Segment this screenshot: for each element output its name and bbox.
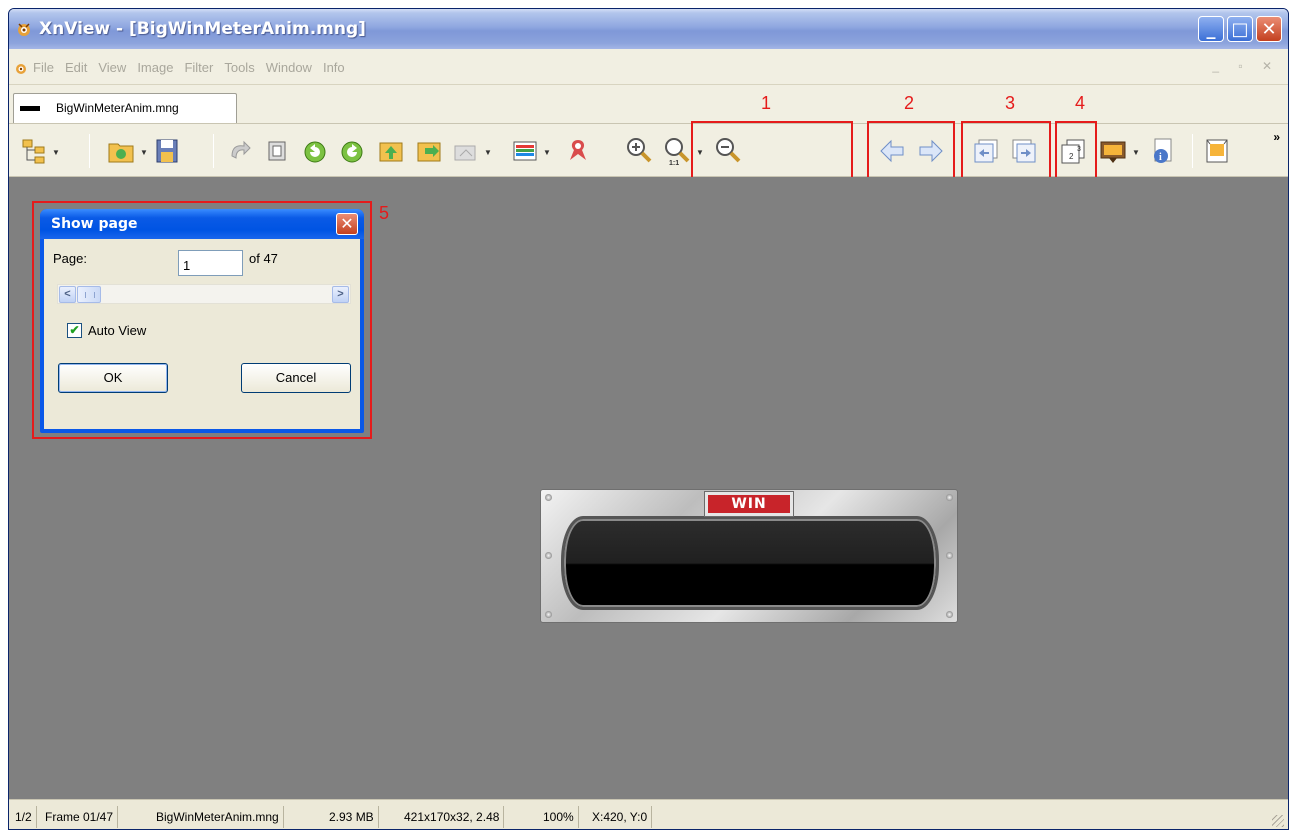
rotate-left-icon[interactable] [301, 136, 329, 166]
document-menu-icon[interactable] [13, 60, 29, 76]
tab-label: BigWinMeterAnim.mng [56, 101, 179, 115]
maximize-button[interactable]: □ [1227, 16, 1253, 42]
adjust-color-icon[interactable] [511, 136, 539, 166]
title-bar[interactable]: XnView - [BigWinMeterAnim.mng] _ □ ✕ [9, 9, 1288, 49]
undo-icon[interactable] [226, 136, 254, 166]
rivet [946, 552, 953, 559]
properties-icon[interactable]: i [1149, 136, 1177, 166]
image-thumbnail-icon [20, 106, 40, 111]
rivet [545, 552, 552, 559]
status-frame: Frame 01/47 [41, 806, 119, 828]
status-filename: BigWinMeterAnim.mng [152, 806, 284, 828]
open-folder-icon[interactable] [107, 136, 135, 166]
zoom-in-icon[interactable] [625, 136, 653, 166]
menu-view[interactable]: View [98, 60, 126, 75]
zoom-1-1-icon[interactable]: 1:1 [663, 136, 691, 167]
toolbar-separator [213, 134, 214, 168]
open-dropdown-arrow-icon[interactable]: ▼ [140, 148, 148, 157]
callout-box-5 [32, 201, 372, 439]
toolbar-separator [89, 134, 90, 168]
status-dimensions: 421x170x32, 2.48 [400, 806, 505, 828]
send-file-icon[interactable] [415, 136, 443, 166]
rivet [545, 611, 552, 618]
callout-box-4 [1055, 121, 1097, 181]
callout-number-3: 3 [1005, 93, 1016, 113]
crop-icon[interactable] [263, 136, 291, 166]
menu-tools[interactable]: Tools [224, 60, 254, 75]
status-filesize: 2.93 MB [325, 806, 379, 828]
browser-dropdown-arrow-icon[interactable]: ▼ [52, 148, 60, 157]
minimize-button[interactable]: _ [1198, 16, 1224, 42]
rotate-right-icon[interactable] [338, 136, 366, 166]
callout-box-3 [961, 121, 1051, 181]
app-window: XnView - [BigWinMeterAnim.mng] _ □ ✕ Fil… [8, 8, 1289, 830]
image-viewport[interactable]: WIN Show page ✕ Page: 1 of 47 < > ✔ Auto… [9, 177, 1288, 799]
svg-text:i: i [1159, 152, 1162, 163]
fullscreen-icon[interactable] [1203, 136, 1231, 166]
meter-display-window [561, 516, 939, 610]
resize-grip[interactable] [1272, 815, 1284, 827]
toolbar-separator [1192, 134, 1193, 168]
menu-edit[interactable]: Edit [65, 60, 87, 75]
callout-number-5: 5 [379, 203, 390, 223]
xnview-logo-icon [18, 23, 30, 36]
rivet [946, 611, 953, 618]
menu-image[interactable]: Image [137, 60, 173, 75]
callout-number-4: 4 [1075, 93, 1086, 113]
svg-text:1:1: 1:1 [669, 160, 679, 166]
callout-number-2: 2 [904, 93, 915, 113]
scan-dropdown-arrow-icon[interactable]: ▼ [484, 148, 492, 157]
window-title: XnView - [BigWinMeterAnim.mng] [39, 19, 366, 39]
slideshow-dropdown-arrow-icon[interactable]: ▼ [1132, 148, 1140, 157]
slideshow-icon[interactable] [1099, 136, 1127, 166]
red-eye-icon[interactable] [564, 136, 592, 166]
callout-box-2 [867, 121, 955, 181]
color-dropdown-arrow-icon[interactable]: ▼ [543, 148, 551, 157]
win-label: WIN [704, 491, 794, 517]
save-icon[interactable] [153, 136, 181, 166]
status-bar: 1/2 Frame 01/47 BigWinMeterAnim.mng 2.93… [9, 799, 1288, 829]
send-up-icon[interactable] [377, 136, 405, 166]
mdi-controls[interactable]: _ ▫ ✕ [1212, 59, 1280, 73]
status-cursor-position: X:420, Y:0 [588, 806, 653, 828]
callout-number-1: 1 [761, 93, 772, 113]
rivet [545, 494, 552, 501]
status-page-index: 1/2 [11, 806, 37, 828]
rivet [946, 494, 953, 501]
menu-info[interactable]: Info [323, 60, 345, 75]
menu-window[interactable]: Window [266, 60, 312, 75]
close-button[interactable]: ✕ [1256, 16, 1282, 42]
menu-file[interactable]: File [33, 60, 54, 75]
status-zoom: 100% [539, 806, 579, 828]
browser-tree-icon[interactable] [21, 136, 49, 166]
win-meter-image: WIN [540, 489, 958, 623]
tab-bigwinmeteranim[interactable]: BigWinMeterAnim.mng [13, 93, 237, 123]
tab-bar: BigWinMeterAnim.mng [9, 85, 1288, 123]
scan-icon[interactable] [452, 136, 480, 166]
toolbar-overflow-chevron[interactable]: » [1273, 130, 1280, 144]
callout-box-1 [691, 121, 853, 181]
menu-filter[interactable]: Filter [184, 60, 213, 75]
menu-bar: File Edit View Image Filter Tools Window… [9, 49, 1288, 85]
